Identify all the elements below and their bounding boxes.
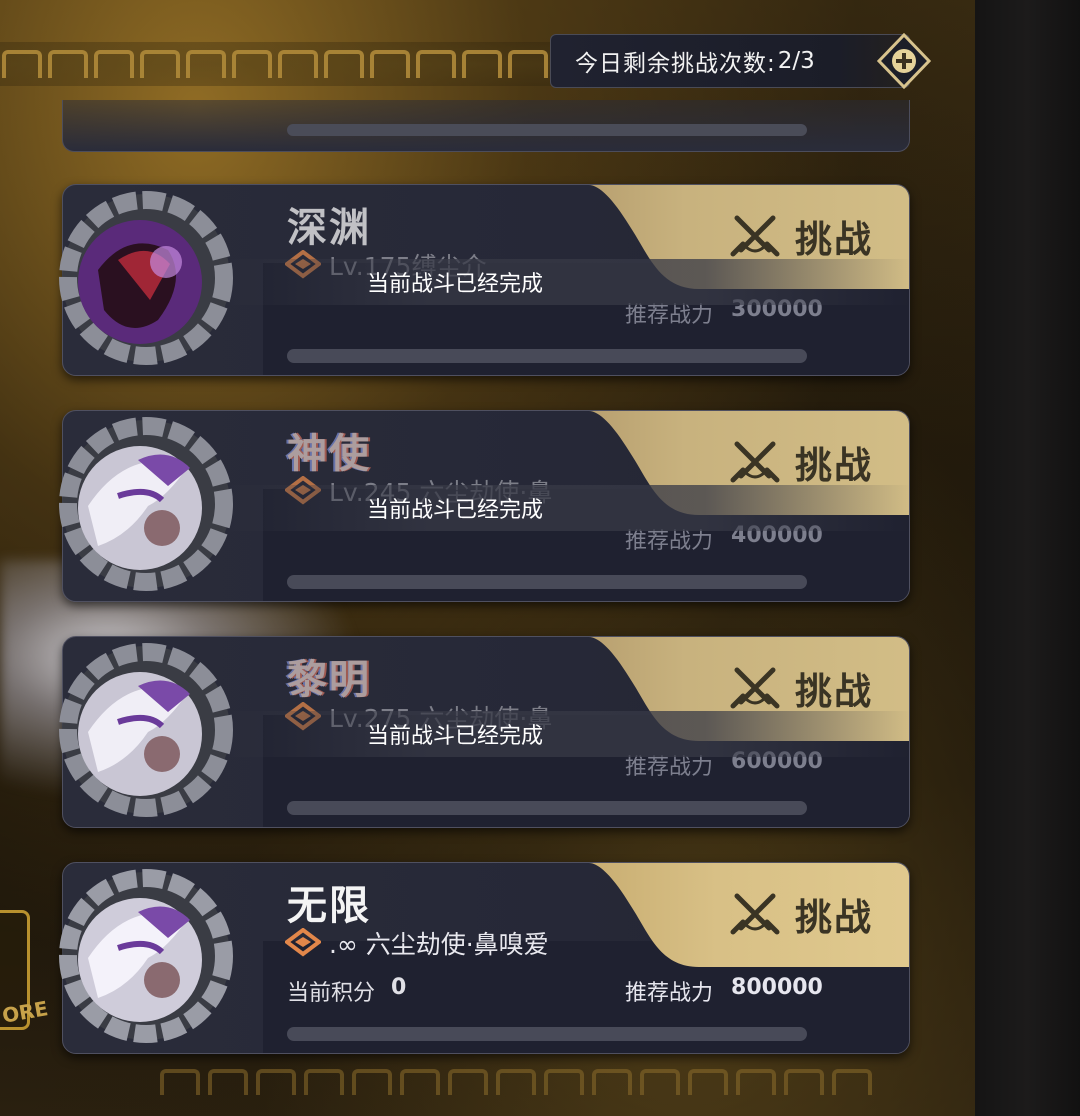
boss-avatar-1 — [59, 191, 233, 365]
card-partial-top — [62, 100, 910, 152]
remaining-challenges-panel: 今日剩余挑战次数: 2/3 — [550, 34, 910, 88]
bottom-border-ornament — [160, 1062, 880, 1102]
power-label: 推荐战力 — [625, 981, 714, 1006]
challenge-label: 挑战 — [795, 444, 873, 487]
stage-title: 神使 — [287, 431, 371, 477]
challenge-label: 挑战 — [795, 896, 873, 939]
boss-avatar-2 — [59, 417, 233, 591]
crossed-swords-icon — [730, 893, 780, 935]
crossed-swords-icon — [730, 441, 780, 483]
stage-title: 黎明 — [287, 657, 371, 703]
completed-text: 当前战斗已经完成 — [366, 272, 543, 297]
stage-title: 无限 — [287, 883, 371, 929]
top-border-ornament — [0, 42, 562, 86]
completed-overlay: 当前战斗已经完成 — [223, 259, 909, 305]
stage-title: 深渊 — [287, 205, 371, 251]
boss-avatar-3 — [59, 643, 233, 817]
remaining-challenges-label: 今日剩余挑战次数: — [575, 51, 776, 77]
rank-icon — [285, 928, 321, 957]
challenge-button[interactable]: 挑战 — [729, 887, 873, 941]
boss-avatar-4 — [59, 869, 233, 1043]
stage-level-row: .∞ 六尘劫使·鼻嗅爱 — [285, 925, 549, 961]
progress-bar — [287, 801, 807, 815]
challenge-label: 挑战 — [795, 218, 873, 261]
remaining-challenges-value: 2/3 — [777, 48, 815, 74]
progress-bar — [287, 575, 807, 589]
completed-text: 当前战斗已经完成 — [366, 498, 543, 523]
progress-bar — [287, 124, 807, 136]
challenge-label: 挑战 — [795, 670, 873, 713]
challenge-button[interactable]: 挑战 — [729, 435, 873, 489]
crossed-swords-icon — [730, 215, 780, 257]
recommended-power: 推荐战力 800000 — [625, 975, 823, 1007]
completed-overlay: 当前战斗已经完成 — [223, 711, 909, 757]
progress-bar — [287, 1027, 807, 1041]
challenge-button[interactable]: 挑战 — [729, 661, 873, 715]
completed-text: 当前战斗已经完成 — [366, 724, 543, 749]
background-right-panel — [975, 0, 1080, 1116]
stage-level: .∞ 六尘劫使·鼻嗅爱 — [329, 930, 549, 959]
score-label: 当前积分 — [287, 981, 376, 1006]
completed-overlay: 当前战斗已经完成 — [223, 485, 909, 531]
score-value: 0 — [391, 975, 407, 1000]
progress-bar — [287, 349, 807, 363]
challenge-button[interactable]: 挑战 — [729, 209, 873, 263]
current-score: 当前积分 0 — [287, 975, 406, 1007]
crossed-swords-icon — [730, 667, 780, 709]
add-attempts-button[interactable] — [877, 33, 931, 89]
power-value: 800000 — [731, 975, 823, 1000]
